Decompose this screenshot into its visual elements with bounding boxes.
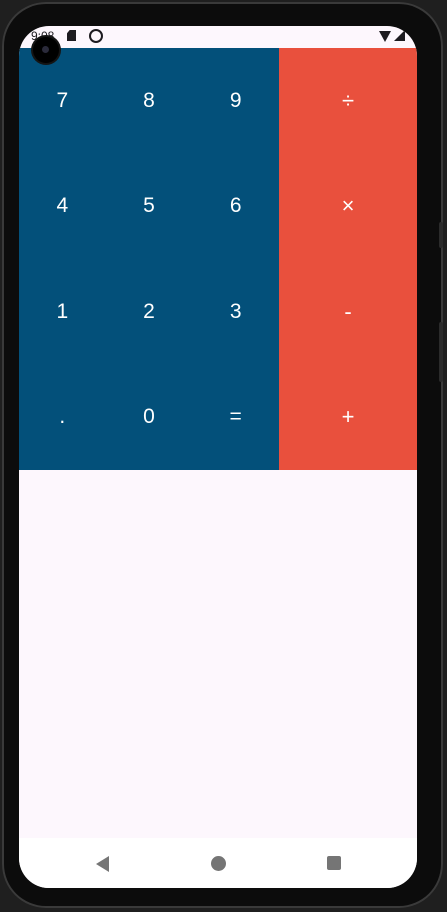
sync-icon: [89, 29, 103, 43]
key-multiply[interactable]: ×: [279, 154, 417, 260]
key-equals[interactable]: =: [192, 365, 279, 471]
volume-button: [439, 222, 443, 248]
calculator-keypad: 7 8 9 4 5 6 1 2 3 . 0 = ÷ × - +: [19, 48, 417, 470]
signal-icon: [394, 30, 405, 41]
power-button: [439, 322, 443, 382]
operator-pad: ÷ × - +: [279, 48, 417, 470]
front-camera: [33, 37, 59, 63]
back-icon[interactable]: [96, 856, 109, 872]
key-8[interactable]: 8: [106, 48, 193, 154]
key-3[interactable]: 3: [192, 259, 279, 365]
key-6[interactable]: 6: [192, 154, 279, 260]
key-divide[interactable]: ÷: [279, 48, 417, 154]
number-pad: 7 8 9 4 5 6 1 2 3 . 0 =: [19, 48, 279, 470]
key-5[interactable]: 5: [106, 154, 193, 260]
key-decimal[interactable]: .: [19, 365, 106, 471]
home-icon[interactable]: [211, 856, 226, 871]
key-add[interactable]: +: [279, 365, 417, 471]
recents-icon[interactable]: [327, 856, 341, 870]
key-1[interactable]: 1: [19, 259, 106, 365]
key-4[interactable]: 4: [19, 154, 106, 260]
key-subtract[interactable]: -: [279, 259, 417, 365]
battery-icon: [413, 30, 417, 42]
wifi-icon: [379, 31, 391, 42]
key-7[interactable]: 7: [19, 48, 106, 154]
navigation-bar: [19, 838, 417, 888]
key-2[interactable]: 2: [106, 259, 193, 365]
key-0[interactable]: 0: [106, 365, 193, 471]
sd-card-icon: [67, 30, 76, 41]
key-9[interactable]: 9: [192, 48, 279, 154]
screen: 9:08 7 8 9 4 5 6 1 2 3 . 0 = ÷ × - +: [19, 26, 417, 888]
status-bar: 9:08: [19, 26, 417, 48]
